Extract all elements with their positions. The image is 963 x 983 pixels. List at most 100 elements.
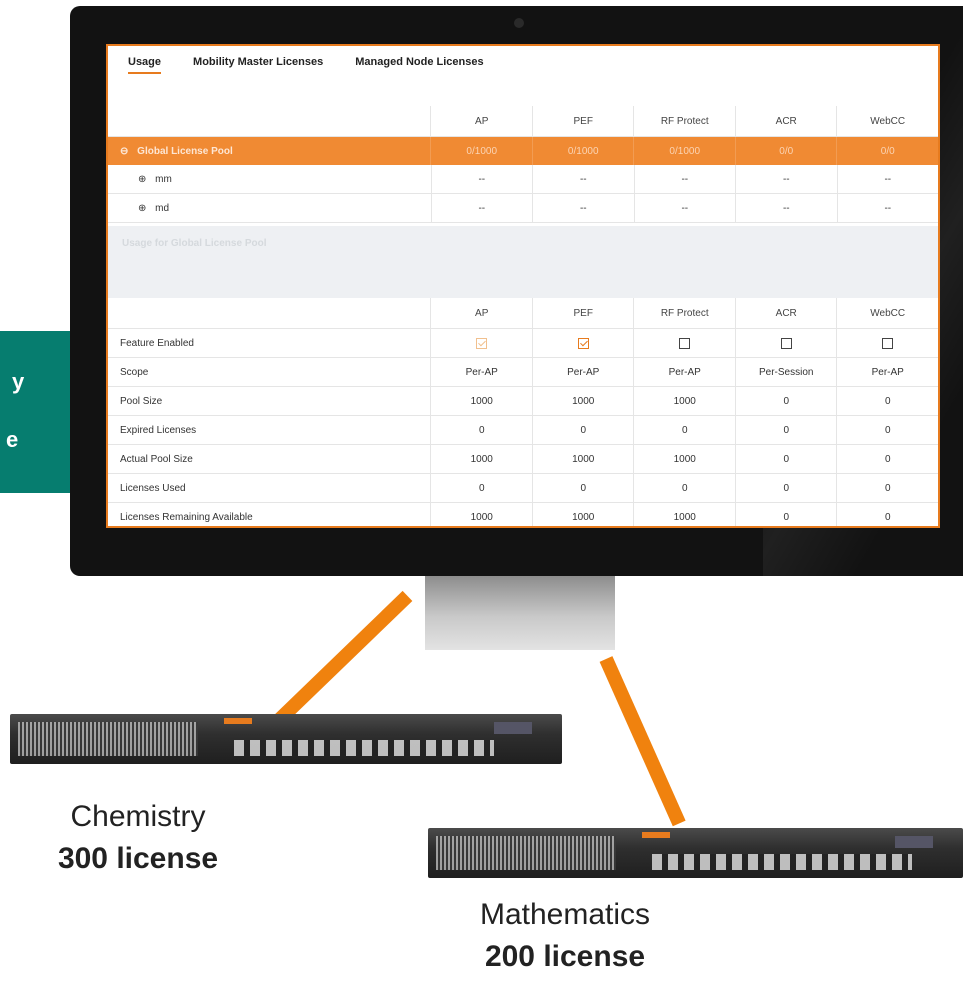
checkbox-pef[interactable] [577,337,589,349]
table-row: Licenses Remaining Available 1000 1000 1000… [108,503,938,526]
global-license-pool-row[interactable]: ⊖ Global License Pool 0/1000 0/1000 0/10… [108,137,938,165]
expand-icon[interactable]: ⊕ [138,174,146,185]
col-pef: PEF [531,106,634,136]
table-row: Pool Size 1000 1000 1000 0 0 [108,387,938,416]
table-cell: -- [633,165,736,193]
chemistry-controller [10,714,562,764]
vent [436,836,616,870]
table-cell: 1000 [531,503,634,526]
status-display [494,722,532,734]
global-pool-table: AP PEF RF Protect ACR WebCC ⊖ Global Lic… [108,106,938,223]
global-pool-label: Global License Pool [137,145,233,157]
table-cell: 1000 [633,503,735,526]
table-cell: -- [633,194,736,222]
ports [652,854,912,870]
table-cell: Per-AP [531,358,634,386]
table-cell: 0 [734,503,837,526]
table-cell: 0 [633,416,735,444]
col-webcc: WebCC [836,298,938,328]
table-cell: -- [735,194,837,222]
table-cell: -- [735,165,837,193]
table-cell: 1000 [531,387,634,415]
expand-icon[interactable]: ⊕ [138,203,146,214]
table-cell: 0 [836,387,938,415]
table-cell: Per-AP [633,358,735,386]
col-pef: PEF [531,298,634,328]
table-cell: 0 [836,416,938,444]
usage-section-title: Usage for Global License Pool [122,238,267,249]
row-label: Feature Enabled [120,337,194,349]
vent [18,722,198,756]
col-ap: AP [430,106,532,136]
table-cell: 0 [531,474,634,502]
table-cell: 1000 [430,445,532,473]
checkbox-rf-protect[interactable] [679,337,691,349]
chemistry-name: Chemistry [70,800,206,833]
node-label: md [155,202,170,214]
license-screen: Usage Mobility Master Licenses Managed N… [106,44,940,528]
table-cell: 0 [430,474,532,502]
tab-usage[interactable]: Usage [128,56,162,74]
status-display [895,836,933,848]
usage-table-header: AP PEF RF Protect ACR WebCC [108,298,938,329]
table-cell: Per-AP [836,358,938,386]
table-cell: 0 [734,387,837,415]
mathematics-name: Mathematics [479,898,651,931]
table-cell: 1000 [430,387,532,415]
table-cell: Per-AP [430,358,532,386]
monitor: Usage Mobility Master Licenses Managed N… [70,6,963,576]
checkbox-acr[interactable] [780,337,792,349]
collapse-icon[interactable]: ⊖ [120,146,128,157]
row-label: Pool Size [120,395,163,407]
table-cell: 1000 [430,503,532,526]
table-cell: -- [836,194,938,222]
feature-enabled-row: Feature Enabled [108,329,938,358]
table-cell: 0 [734,445,837,473]
table-row: Expired Licenses 0 0 0 0 0 [108,416,938,445]
connector-chemistry [273,590,413,727]
monitor-stand [425,576,615,650]
table-row: Licenses Used 0 0 0 0 0 [108,474,938,503]
tab-bar: Usage Mobility Master Licenses Managed N… [128,56,484,74]
col-webcc: WebCC [836,106,938,136]
row-label: Licenses Used [120,482,186,494]
table-cell: 0 [430,416,532,444]
brand-badge [642,832,670,838]
table-cell: 0 [531,416,634,444]
table-cell: 1000 [531,445,634,473]
col-rf-protect: RF Protect [633,106,735,136]
tab-managed-node-licenses[interactable]: Managed Node Licenses [355,56,483,74]
col-rf-protect: RF Protect [633,298,735,328]
table-cell: -- [532,165,634,193]
table-cell: 0 [734,416,837,444]
table-row: Actual Pool Size 1000 1000 1000 0 0 [108,445,938,474]
table-cell: 0/1000 [531,137,634,165]
checkbox-ap[interactable] [476,337,488,349]
table-row-md[interactable]: ⊕ md -- -- -- -- -- [108,194,938,223]
tab-mobility-master-licenses[interactable]: Mobility Master Licenses [193,56,323,74]
table-cell: 0/0 [836,137,938,165]
table-cell: 0/1000 [633,137,735,165]
usage-section-band: Usage for Global License Pool [108,226,938,298]
col-acr: ACR [734,106,837,136]
ports [234,740,494,756]
table-cell: 0 [836,474,938,502]
row-label: Actual Pool Size [120,453,193,465]
col-ap: AP [430,298,532,328]
usage-table: AP PEF RF Protect ACR WebCC Feature Enab… [108,298,938,526]
row-label: Licenses Remaining Available [120,511,253,523]
row-label: Scope [120,366,149,378]
usage-rows: Scope Per-AP Per-AP Per-AP Per-Session Per-AP… [108,358,938,526]
table-cell: -- [430,194,533,222]
brand-badge [224,718,252,724]
table-cell: -- [532,194,634,222]
table-row-mm[interactable]: ⊕ mm -- -- -- -- -- [108,165,938,194]
mathematics-license: 200 license [484,940,646,973]
table-cell: 0 [836,445,938,473]
table-cell: 1000 [633,387,735,415]
connector-mathematics [599,656,686,827]
table-row: Scope Per-AP Per-AP Per-AP Per-Session Per-AP [108,358,938,387]
col-acr: ACR [734,298,837,328]
table-cell: 0/0 [734,137,837,165]
checkbox-webcc[interactable] [882,337,894,349]
